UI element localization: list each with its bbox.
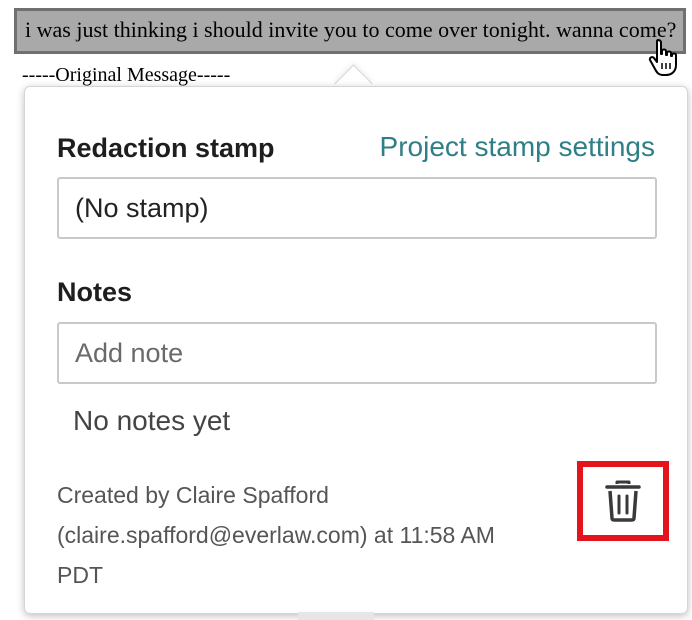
creation-info: Created by Claire Spafford (claire.spaff… — [57, 475, 557, 595]
redaction-stamp-select[interactable]: (No stamp) — [57, 177, 657, 239]
bottom-scroll-indicator — [298, 612, 374, 620]
creation-info-line: Created by Claire Spafford — [57, 482, 329, 508]
redaction-stamp-label: Redaction stamp — [57, 133, 275, 163]
creation-info-line: (claire.spafford@everlaw.com) at 11:58 A… — [57, 522, 495, 548]
highlighted-document-line[interactable]: i was just thinking i should invite you … — [14, 8, 686, 54]
notes-label: Notes — [57, 277, 133, 307]
creation-info-line: PDT — [57, 562, 103, 588]
delete-redaction-button[interactable] — [577, 461, 669, 541]
project-stamp-settings-link[interactable]: Project stamp settings — [380, 131, 655, 163]
add-note-input[interactable] — [57, 322, 657, 384]
trash-icon — [605, 480, 641, 522]
hand-cursor-icon — [648, 39, 677, 76]
original-message-line: -----Original Message----- — [22, 64, 231, 86]
redaction-popover: Redaction stamp Project stamp settings (… — [24, 86, 688, 614]
empty-notes-message: No notes yet — [73, 405, 231, 436]
